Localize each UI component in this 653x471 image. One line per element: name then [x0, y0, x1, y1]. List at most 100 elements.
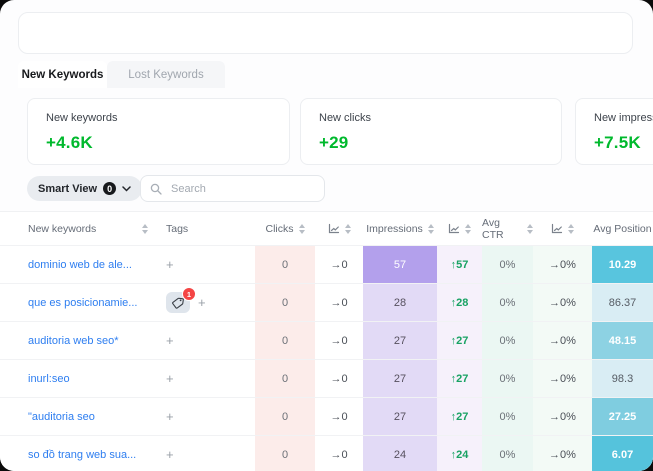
avg-position-cell: 6.07 [592, 436, 653, 471]
table-body: dominio web de ale... + 0 →0 57 ↑57 0% →… [0, 246, 653, 471]
tag-chip[interactable]: 1 [166, 292, 190, 313]
ctr-trend-cell: →0% [549, 411, 576, 423]
tab-new-keywords[interactable]: New Keywords [18, 61, 107, 88]
impressions-trend-cell: ↑27 [451, 335, 469, 347]
table-row: "auditoria seo + 0 →0 27 ↑27 0% →0% 27.2… [0, 398, 653, 436]
sort-icon[interactable] [345, 224, 351, 234]
chart-trend-icon[interactable] [551, 223, 563, 234]
sort-icon[interactable] [568, 224, 574, 234]
smart-view-label: Smart View [38, 183, 97, 195]
clicks-cell: 0 [255, 436, 315, 471]
avg-position-cell: 98.3 [592, 360, 653, 397]
avg-ctr-cell: 0% [482, 360, 533, 397]
smart-view-count-badge: 0 [103, 182, 116, 195]
avg-position-cell: 27.25 [592, 398, 653, 435]
stat-card-new-clicks: New clicks +29 [300, 98, 562, 165]
ctr-trend-cell: →0% [549, 373, 576, 385]
add-tag-button[interactable]: + [198, 295, 206, 310]
impressions-cell: 27 [363, 398, 437, 435]
sort-icon[interactable] [299, 224, 305, 234]
search-input[interactable] [169, 182, 303, 196]
column-header-tags[interactable]: Tags [166, 223, 188, 235]
column-header-clicks[interactable]: Clicks [266, 223, 294, 235]
avg-position-cell: 48.15 [592, 322, 653, 359]
avg-ctr-cell: 0% [482, 246, 533, 283]
tab-lost-keywords[interactable]: Lost Keywords [107, 61, 225, 88]
ctr-trend-cell: →0% [549, 297, 576, 309]
table-header-row: New keywords Tags Clicks Impressions [0, 211, 653, 246]
add-tag-button[interactable]: + [166, 447, 174, 462]
table-row: que es posicionamie... 1 + 0 →0 28 ↑28 0… [0, 284, 653, 322]
stat-card-new-impressions: New impressions +7.5K [575, 98, 653, 165]
add-tag-button[interactable]: + [166, 371, 174, 386]
column-header-impressions[interactable]: Impressions [366, 223, 423, 235]
stat-label: New keywords [46, 112, 289, 124]
stat-value: +29 [319, 133, 561, 153]
ctr-trend-cell: →0% [549, 335, 576, 347]
impressions-cell: 27 [363, 322, 437, 359]
tab-bar: New Keywords Lost Keywords [18, 61, 225, 88]
keyword-link[interactable]: que es posicionamie... [28, 297, 137, 309]
impressions-trend-cell: ↑24 [451, 449, 469, 461]
keyword-link[interactable]: inurl:seo [28, 373, 70, 385]
chevron-down-icon [122, 186, 131, 192]
tag-icon [172, 297, 184, 309]
add-tag-button[interactable]: + [166, 333, 174, 348]
clicks-trend-cell: →0 [330, 411, 347, 423]
clicks-cell: 0 [255, 322, 315, 359]
sort-icon[interactable] [465, 224, 471, 234]
impressions-cell: 24 [363, 436, 437, 471]
impressions-trend-cell: ↑27 [451, 373, 469, 385]
keyword-link[interactable]: "auditoria seo [28, 411, 95, 423]
column-header-new-keywords[interactable]: New keywords [28, 223, 96, 235]
impressions-cell: 27 [363, 360, 437, 397]
clicks-trend-cell: →0 [330, 449, 347, 461]
stat-label: New clicks [319, 112, 561, 124]
avg-position-cell: 86.37 [592, 284, 653, 321]
add-tag-button[interactable]: + [166, 409, 174, 424]
table-row: auditoria web seo* + 0 →0 27 ↑27 0% →0% … [0, 322, 653, 360]
chart-trend-icon[interactable] [328, 223, 340, 234]
keyword-link[interactable]: auditoria web seo* [28, 335, 119, 347]
impressions-trend-cell: ↑27 [451, 411, 469, 423]
avg-ctr-cell: 0% [482, 322, 533, 359]
chart-trend-icon[interactable] [448, 223, 460, 234]
search-box [140, 175, 325, 202]
table-row: so đồ trang web sua... + 0 →0 24 ↑24 0% … [0, 436, 653, 471]
sort-icon[interactable] [142, 224, 148, 234]
keyword-link[interactable]: so đồ trang web sua... [28, 449, 136, 461]
stat-value: +4.6K [46, 133, 289, 153]
clicks-cell: 0 [255, 360, 315, 397]
ctr-trend-cell: →0% [549, 449, 576, 461]
column-header-avg-position[interactable]: Avg Position [593, 223, 651, 235]
app-frame: New Keywords Lost Keywords New keywords … [0, 0, 653, 471]
avg-position-cell: 10.29 [592, 246, 653, 283]
clicks-cell: 0 [255, 246, 315, 283]
smart-view-dropdown[interactable]: Smart View 0 [27, 176, 142, 201]
keyword-link[interactable]: dominio web de ale... [28, 259, 132, 271]
avg-ctr-cell: 0% [482, 398, 533, 435]
search-icon [150, 183, 162, 195]
clicks-trend-cell: →0 [330, 297, 347, 309]
avg-ctr-cell: 0% [482, 436, 533, 471]
tag-count-badge: 1 [182, 287, 196, 301]
stat-value: +7.5K [594, 133, 653, 153]
clicks-trend-cell: →0 [330, 259, 347, 271]
impressions-cell: 28 [363, 284, 437, 321]
clicks-trend-cell: →0 [330, 335, 347, 347]
keywords-table: New keywords Tags Clicks Impressions [0, 211, 653, 471]
column-header-avg-ctr[interactable]: Avg CTR [482, 217, 522, 241]
table-row: dominio web de ale... + 0 →0 57 ↑57 0% →… [0, 246, 653, 284]
impressions-trend-cell: ↑28 [451, 297, 469, 309]
stat-label: New impressions [594, 112, 653, 124]
avg-ctr-cell: 0% [482, 284, 533, 321]
sort-icon[interactable] [428, 224, 434, 234]
impressions-cell: 57 [363, 246, 437, 283]
impressions-trend-cell: ↑57 [451, 259, 469, 271]
top-toolbar [18, 12, 633, 54]
add-tag-button[interactable]: + [166, 257, 174, 272]
stat-card-new-keywords: New keywords +4.6K [27, 98, 290, 165]
clicks-cell: 0 [255, 284, 315, 321]
table-row: inurl:seo + 0 →0 27 ↑27 0% →0% 98.3 [0, 360, 653, 398]
clicks-cell: 0 [255, 398, 315, 435]
